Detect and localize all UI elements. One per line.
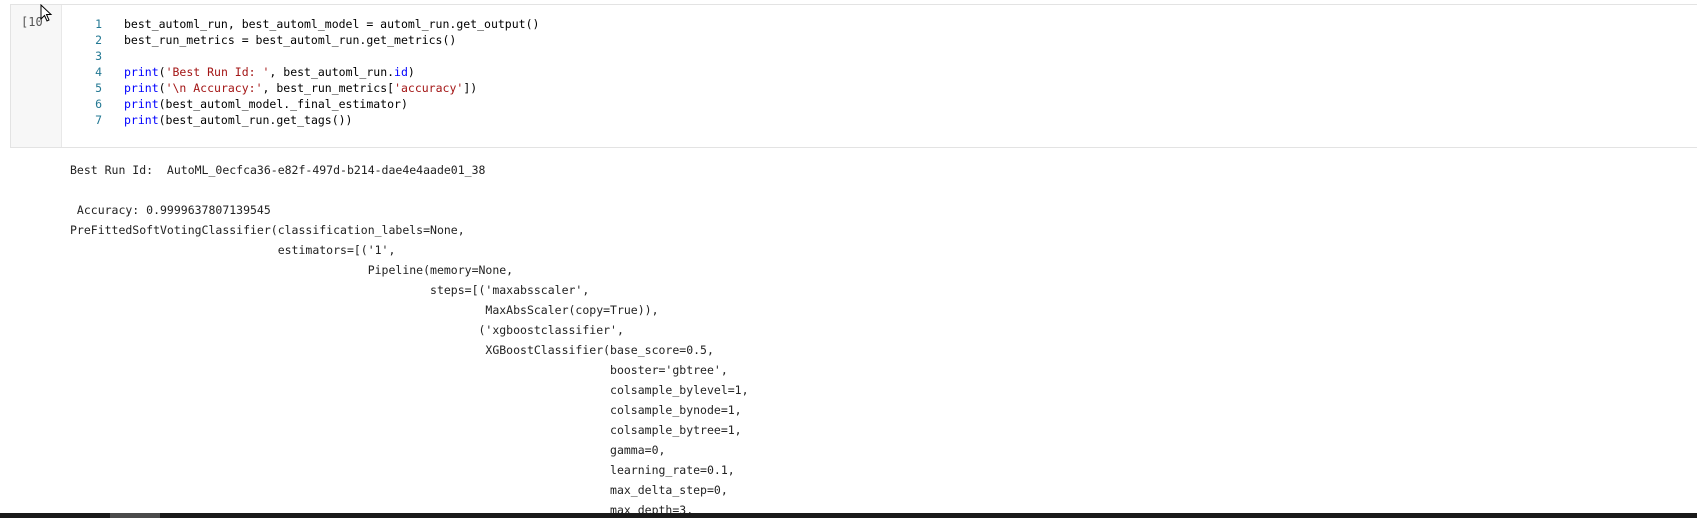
line-number: 2 [95, 33, 102, 47]
code-cell[interactable]: [10 1 best_automl_run, best_automl_model … [10, 4, 1697, 148]
code-token: , best_run_metrics[ [262, 81, 395, 95]
scrollbar-thumb[interactable] [110, 513, 160, 518]
line-number: 3 [95, 49, 102, 63]
code-line[interactable]: 1 best_automl_run, best_automl_model = au… [62, 16, 539, 33]
code-line[interactable]: 5 print('\n Accuracy:', best_run_metrics[… [62, 80, 477, 97]
output-line: colsample_bytree=1, [70, 423, 742, 437]
output-line: learning_rate=0.1, [70, 463, 735, 477]
output-line: steps=[('maxabsscaler', [70, 283, 590, 297]
mouse-cursor-icon [40, 4, 53, 22]
output-line: estimators=[('1', [70, 243, 396, 257]
output-line: colsample_bylevel=1, [70, 383, 749, 397]
code-token: , best_automl_run. [269, 65, 395, 79]
code-line[interactable]: 2 best_run_metrics = best_automl_run.get_… [62, 32, 456, 49]
code-token: best_run_metrics = best_automl_run.get_m… [124, 33, 457, 47]
code-token: (best_automl_run.get_tags()) [158, 113, 353, 127]
notebook: [10 1 best_automl_run, best_automl_model … [0, 0, 1697, 518]
code-text: print(best_automl_model._final_estimator… [102, 96, 408, 113]
cell-output: Best Run Id: AutoML_0ecfca36-e82f-497d-b… [70, 160, 1697, 518]
output-line: colsample_bynode=1, [70, 403, 742, 417]
output-line: XGBoostClassifier(base_score=0.5, [70, 343, 714, 357]
code-token: 'Best Run Id: ' [165, 65, 270, 79]
code-token: ( [158, 81, 166, 95]
line-number: 1 [95, 17, 102, 31]
output-line: PreFittedSoftVotingClassifier(classifica… [70, 223, 465, 237]
code-line[interactable]: 3 [62, 48, 124, 65]
code-token: print [124, 113, 159, 127]
line-number: 7 [95, 113, 102, 127]
output-line: ('xgboostclassifier', [70, 323, 624, 337]
code-token: 'accuracy' [394, 81, 464, 95]
line-number: 4 [95, 65, 102, 79]
code-token: id [394, 65, 408, 79]
output-line: Pipeline(memory=None, [70, 263, 514, 277]
output-line: MaxAbsScaler(copy=True)), [70, 303, 659, 317]
code-token: best_automl_run, best_automl_model = aut… [124, 17, 540, 31]
code-line[interactable]: 4 print('Best Run Id: ', best_automl_run.… [62, 64, 415, 81]
code-token: ( [158, 65, 166, 79]
code-token: ) [407, 65, 415, 79]
code-token: print [124, 81, 159, 95]
output-line: booster='gbtree', [70, 363, 728, 377]
code-text: print('Best Run Id: ', best_automl_run.i… [102, 64, 415, 81]
code-token: print [124, 65, 159, 79]
code-token: print [124, 97, 159, 111]
code-text: best_automl_run, best_automl_model = aut… [102, 16, 539, 33]
output-line: max_delta_step=0, [70, 483, 728, 497]
code-text: print('\n Accuracy:', best_run_metrics['… [102, 80, 477, 97]
line-number: 5 [95, 81, 102, 95]
horizontal-scrollbar[interactable] [0, 513, 1697, 518]
code-token: '\n Accuracy:' [165, 81, 263, 95]
code-token: (best_automl_model._final_estimator) [158, 97, 408, 111]
output-line: gamma=0, [70, 443, 666, 457]
line-number: 6 [95, 97, 102, 111]
output-line: Accuracy: 0.9999637807139545 [70, 203, 271, 217]
code-line[interactable]: 7 print(best_automl_run.get_tags()) [62, 112, 353, 129]
code-editor[interactable]: 1 best_automl_run, best_automl_model = au… [61, 5, 1697, 147]
output-line: Best Run Id: AutoML_0ecfca36-e82f-497d-b… [70, 163, 486, 177]
code-token: ]) [463, 81, 478, 95]
code-text: print(best_automl_run.get_tags()) [102, 112, 353, 129]
code-text: best_run_metrics = best_automl_run.get_m… [102, 32, 456, 49]
code-line[interactable]: 6 print(best_automl_model._final_estimato… [62, 96, 408, 113]
